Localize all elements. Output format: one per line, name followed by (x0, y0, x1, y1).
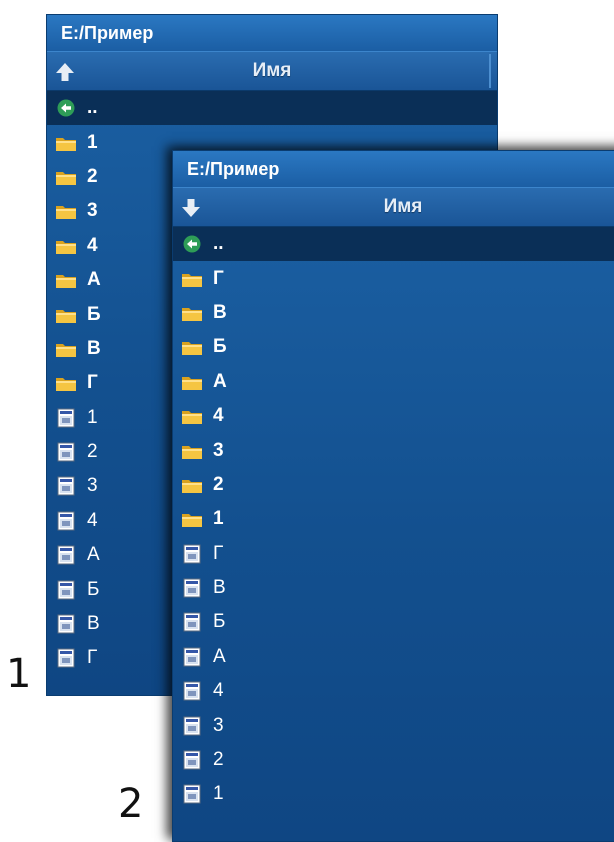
file-icon (55, 476, 77, 496)
folder-name: 4 (87, 234, 98, 256)
folder-name: 2 (87, 165, 98, 187)
folder-name: 3 (87, 200, 98, 222)
folder-name: Б (213, 336, 227, 358)
name-column-header[interactable]: Имя (47, 51, 497, 91)
folder-row[interactable]: 4 (173, 399, 614, 433)
file-row[interactable]: 4 (173, 674, 614, 708)
file-icon (55, 442, 77, 462)
folder-name: 2 (213, 473, 224, 495)
back-arrow-icon (55, 98, 77, 118)
file-icon (181, 578, 203, 598)
file-icon (55, 648, 77, 668)
file-icon (181, 716, 203, 736)
column-name-label: Имя (383, 196, 423, 217)
file-name: 4 (87, 509, 98, 531)
file-name: А (213, 645, 226, 667)
file-name: Г (87, 647, 98, 669)
folder-icon (181, 406, 203, 426)
panel-path-title: E:/Пример (173, 151, 614, 187)
folder-icon (55, 133, 77, 153)
file-name: В (87, 613, 100, 635)
file-row[interactable]: 1 (173, 777, 614, 811)
file-name: 4 (213, 680, 224, 702)
folder-icon (55, 201, 77, 221)
file-icon (55, 408, 77, 428)
folder-row[interactable]: 3 (173, 433, 614, 467)
file-name: 1 (213, 783, 224, 805)
parent-directory-label: .. (213, 233, 224, 255)
parent-directory-label: .. (87, 97, 98, 119)
marker-label-2: 2 (118, 781, 144, 827)
marker-label-1: 1 (6, 651, 32, 697)
file-list: .. ГВБА4321ГВБА4321 (173, 227, 614, 812)
file-row[interactable]: 2 (173, 743, 614, 777)
folder-icon (181, 303, 203, 323)
folder-icon (55, 167, 77, 187)
folder-row[interactable]: 1 (173, 502, 614, 536)
folder-row[interactable]: Б (173, 330, 614, 364)
file-name: А (87, 544, 100, 566)
file-name: Г (213, 542, 224, 564)
file-row[interactable]: Г (173, 537, 614, 571)
parent-directory-row[interactable]: .. (47, 91, 497, 126)
file-row[interactable]: Б (173, 605, 614, 639)
folder-icon (55, 373, 77, 393)
file-name: Б (213, 611, 226, 633)
file-name: 2 (87, 441, 98, 463)
folder-name: 4 (213, 405, 224, 427)
folder-icon (181, 269, 203, 289)
file-icon (55, 511, 77, 531)
folder-icon (55, 305, 77, 325)
file-name: 2 (213, 749, 224, 771)
file-icon (181, 750, 203, 770)
file-name: В (213, 577, 226, 599)
file-name: 3 (213, 714, 224, 736)
file-row[interactable]: 3 (173, 708, 614, 742)
file-icon (55, 580, 77, 600)
folder-row[interactable]: 2 (173, 468, 614, 502)
folder-name: 1 (87, 131, 98, 153)
file-icon (181, 647, 203, 667)
file-icon (181, 784, 203, 804)
file-panel-descending: E:/Пример Имя .. ГВБА4321ГВБА4321 (172, 150, 614, 842)
folder-icon (55, 339, 77, 359)
file-row[interactable]: В (173, 571, 614, 605)
panel-path-title: E:/Пример (47, 15, 497, 51)
folder-name: А (87, 269, 101, 291)
folder-row[interactable]: А (173, 365, 614, 399)
file-name: Б (87, 578, 100, 600)
folder-name: 1 (213, 508, 224, 530)
file-icon (55, 545, 77, 565)
file-icon (181, 544, 203, 564)
folder-icon (181, 475, 203, 495)
folder-icon (55, 270, 77, 290)
folder-row[interactable]: В (173, 296, 614, 330)
folder-name: В (213, 301, 227, 323)
folder-name: А (213, 370, 227, 392)
file-icon (181, 681, 203, 701)
folder-icon (181, 441, 203, 461)
folder-name: Г (213, 267, 224, 289)
column-divider[interactable] (489, 54, 491, 88)
name-column-header[interactable]: Имя (173, 187, 614, 227)
folder-icon (181, 337, 203, 357)
folder-name: 3 (213, 439, 224, 461)
parent-directory-row[interactable]: .. (173, 227, 614, 262)
folder-icon (55, 236, 77, 256)
folder-name: Г (87, 372, 98, 394)
folder-row[interactable]: Г (173, 261, 614, 295)
folder-name: В (87, 337, 101, 359)
folder-name: Б (87, 303, 101, 325)
file-name: 3 (87, 475, 98, 497)
back-arrow-icon (181, 234, 203, 254)
folder-icon (181, 372, 203, 392)
file-icon (55, 614, 77, 634)
file-row[interactable]: А (173, 640, 614, 674)
column-name-label: Имя (252, 60, 292, 81)
file-icon (181, 612, 203, 632)
file-name: 1 (87, 406, 98, 428)
folder-icon (181, 509, 203, 529)
